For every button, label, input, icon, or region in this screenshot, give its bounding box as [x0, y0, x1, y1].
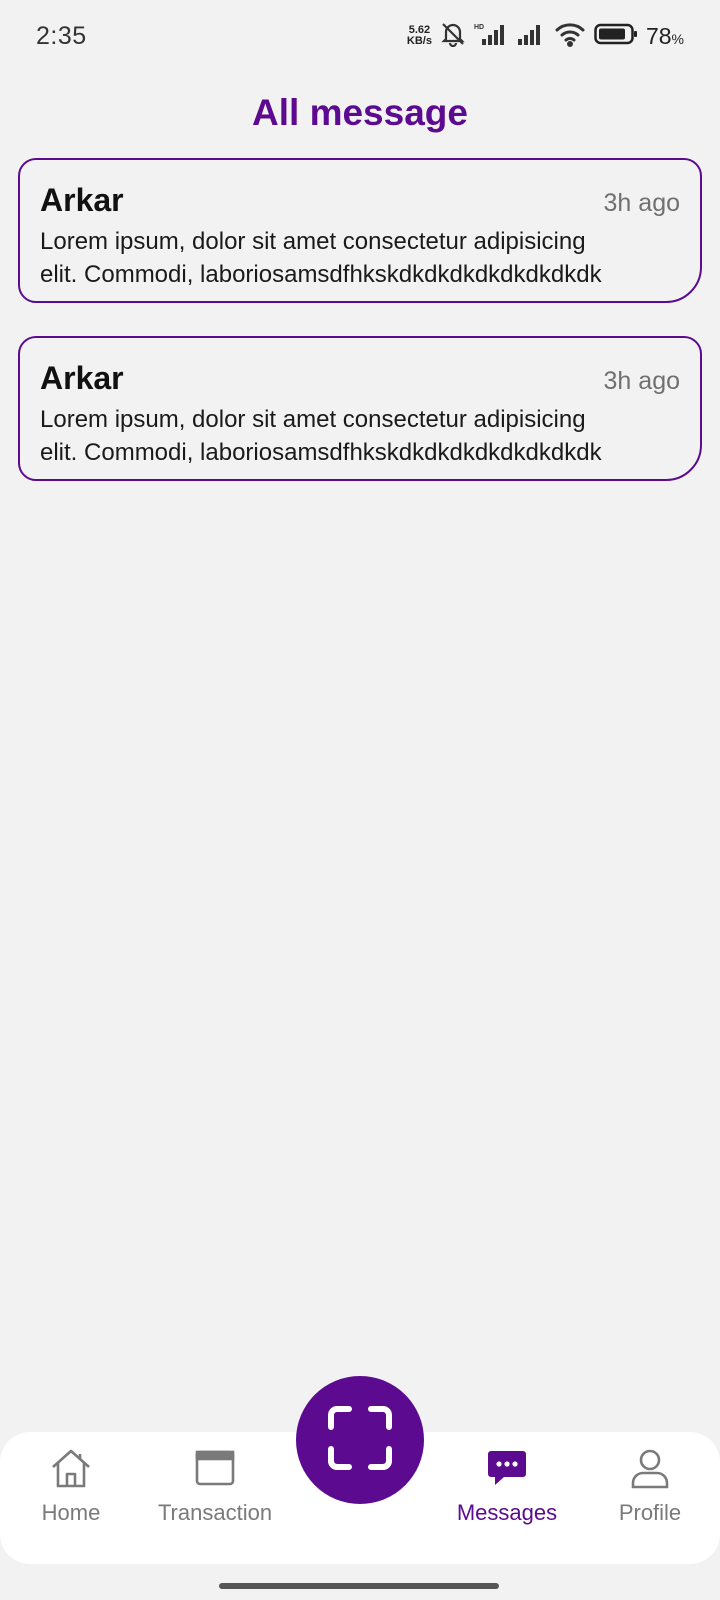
scan-button[interactable] — [296, 1376, 424, 1504]
home-indicator[interactable] — [219, 1583, 499, 1589]
home-icon — [47, 1444, 95, 1492]
message-sender: Arkar — [40, 182, 124, 218]
status-icons: 5.62 KB/s HD 78% — [407, 21, 684, 52]
chat-bubble-icon — [483, 1444, 531, 1492]
message-body: Lorem ipsum, dolor sit amet consectetur … — [40, 406, 602, 466]
message-body: Lorem ipsum, dolor sit amet consectetur … — [40, 228, 602, 288]
battery-percent-symbol: % — [671, 30, 684, 47]
nav-label-transaction: Transaction — [157, 1500, 273, 1525]
nav-label-messages: Messages — [456, 1500, 558, 1525]
screen: 2:35 5.62 KB/s HD 78% All message Arkar … — [0, 0, 720, 1600]
battery-icon — [594, 23, 638, 50]
message-header: Arkar 3h ago — [40, 360, 680, 397]
bell-muted-icon — [440, 21, 466, 52]
svg-text:HD: HD — [474, 24, 484, 31]
user-icon — [626, 1444, 674, 1492]
nav-item-transaction[interactable]: Transaction — [145, 1444, 285, 1526]
message-sender: Arkar — [40, 360, 124, 396]
nav-item-home[interactable]: Home — [1, 1444, 141, 1526]
status-time: 2:35 — [36, 21, 87, 50]
scan-icon — [327, 1405, 393, 1476]
message-header: Arkar 3h ago — [40, 182, 680, 219]
message-list: Arkar 3h ago Lorem ipsum, dolor sit amet… — [18, 158, 702, 514]
wifi-icon — [554, 21, 586, 52]
page-title: All message — [252, 92, 468, 133]
nav-label-home: Home — [41, 1500, 101, 1525]
battery-percent-value: 78 — [645, 22, 672, 49]
nav-item-profile[interactable]: Profile — [580, 1444, 720, 1526]
battery-percent: 78% — [646, 23, 684, 50]
nav-item-messages[interactable]: Messages — [437, 1444, 577, 1526]
status-bar: 2:35 5.62 KB/s HD 78% — [0, 0, 720, 72]
message-card[interactable]: Arkar 3h ago Lorem ipsum, dolor sit amet… — [18, 336, 702, 481]
message-time: 3h ago — [603, 189, 680, 217]
signal-icon — [516, 22, 546, 51]
network-speed-unit: KB/s — [406, 35, 432, 47]
nav-label-profile: Profile — [618, 1500, 682, 1525]
signal-hd-icon: HD — [474, 22, 508, 51]
network-speed: 5.62 KB/s — [407, 25, 432, 47]
window-icon — [191, 1444, 239, 1492]
message-time: 3h ago — [603, 367, 680, 395]
message-card[interactable]: Arkar 3h ago Lorem ipsum, dolor sit amet… — [18, 158, 702, 303]
